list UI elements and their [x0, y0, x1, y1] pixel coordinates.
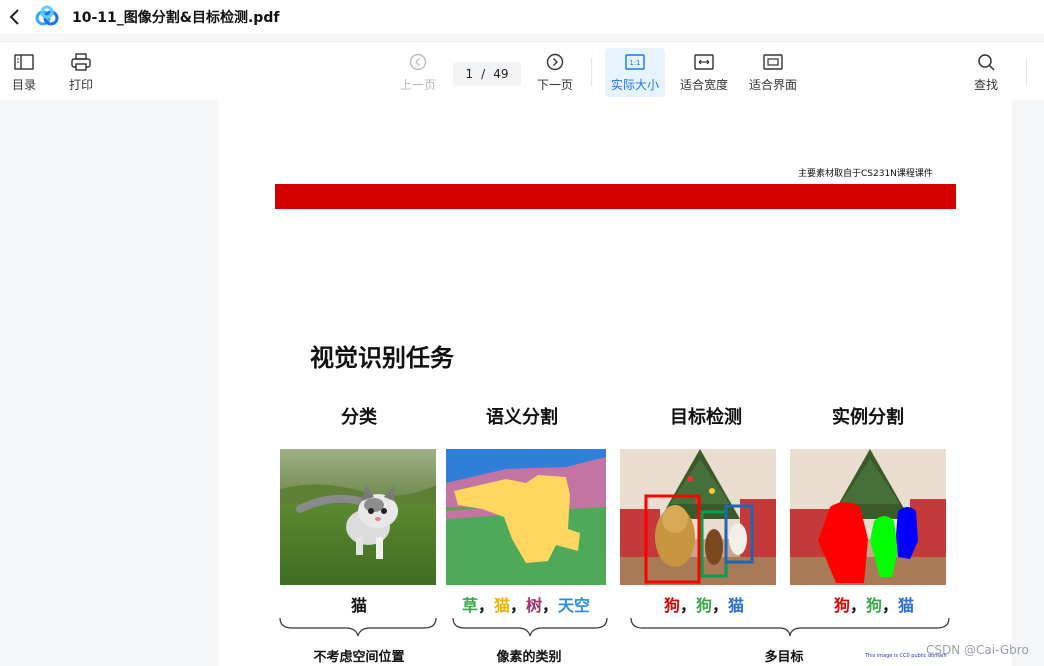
right-gutter — [1012, 100, 1044, 666]
caption-dog-1: 狗 — [833, 596, 850, 615]
prev-page-button[interactable]: 上一页 — [400, 52, 436, 93]
slide-header-bar — [275, 184, 956, 209]
page-indicator[interactable]: 1 / 49 — [453, 62, 521, 86]
document-title: 10-11_图像分割&目标检测.pdf — [72, 10, 280, 26]
search-icon — [978, 54, 995, 71]
printer-icon — [71, 53, 91, 71]
toc-label: 目录 — [12, 78, 37, 92]
column-title-object-detection: 目标检测 — [670, 407, 742, 428]
caption-dog-2: 狗 — [695, 596, 712, 615]
back-button[interactable] — [0, 0, 30, 34]
column-title-instance-segmentation: 实例分割 — [832, 407, 904, 428]
page-separator: / — [481, 67, 486, 81]
label-pixel-classes: 像素的类别 — [496, 650, 562, 665]
actual-size-icon: 1:1 — [625, 54, 645, 70]
toolbar-divider-right — [1026, 58, 1027, 86]
total-pages: 49 — [493, 67, 509, 81]
brace-semantic-segmentation — [452, 617, 608, 637]
caption-tree: 树 — [526, 596, 543, 615]
next-page-button[interactable]: 下一页 — [537, 52, 573, 93]
chevron-left-icon — [9, 9, 19, 25]
print-button[interactable]: 打印 — [69, 52, 93, 93]
prev-page-label: 上一页 — [400, 78, 437, 92]
caption-instance-segmentation: 狗，狗，猫 — [794, 592, 954, 616]
title-bar: 10-11_图像分割&目标检测.pdf — [0, 0, 1044, 34]
fit-width-icon — [694, 54, 714, 70]
cloud-logo-icon — [35, 5, 59, 26]
fit-page-label: 适合界面 — [749, 78, 798, 92]
slide-title: 视觉识别任务 — [310, 344, 454, 372]
toolbar-divider — [591, 58, 592, 86]
fit-page-icon — [763, 54, 783, 70]
search-button[interactable]: 查找 — [974, 52, 998, 93]
pdf-page: 主要素材取自于CS231N课程课件 视觉识别任务 分类 语义分割 目标检测 实例… — [219, 100, 1012, 666]
source-note: 主要素材取自于CS231N课程课件 — [798, 169, 933, 179]
caption-semantic-segmentation: 草，猫，树，天空 — [446, 592, 606, 616]
caption-comma: ， — [542, 596, 559, 615]
caption-comma: ， — [849, 596, 866, 615]
search-label: 查找 — [974, 78, 999, 92]
brace-multi-object — [630, 617, 950, 637]
circle-chevron-left-icon — [409, 53, 427, 71]
caption-comma: ， — [509, 596, 526, 615]
semantic-segmentation-image — [446, 449, 606, 585]
brace-classification — [279, 617, 437, 637]
caption-classification: 猫 — [350, 596, 367, 615]
watermark: CSDN @Cai-Gbro — [926, 643, 1029, 657]
dogs-cat-detection — [620, 449, 776, 585]
column-title-classification: 分类 — [341, 407, 377, 428]
fit-width-label: 适合宽度 — [680, 78, 729, 92]
object-detection-image — [620, 449, 776, 585]
fit-page-button[interactable]: 适合界面 — [749, 52, 797, 93]
caption-cat: 猫 — [728, 596, 745, 615]
toc-button[interactable]: 目录 — [12, 52, 36, 93]
print-label: 打印 — [69, 78, 94, 92]
column-title-semantic-segmentation: 语义分割 — [486, 407, 558, 428]
caption-dog-2: 狗 — [865, 596, 882, 615]
caption-comma: ， — [679, 596, 696, 615]
fit-width-button[interactable]: 适合宽度 — [680, 52, 728, 93]
caption-sky: 天空 — [558, 596, 591, 615]
caption-object-detection: 狗，狗，猫 — [624, 592, 784, 616]
label-no-spatial-position: 不考虑空间位置 — [313, 650, 405, 665]
actual-size-label: 实际大小 — [611, 78, 660, 92]
current-page-input[interactable]: 1 — [466, 67, 474, 81]
sidebar-toc-icon — [14, 54, 34, 70]
caption-dog-1: 狗 — [663, 596, 680, 615]
instance-segmentation-image — [790, 449, 946, 585]
caption-comma: ， — [477, 596, 494, 615]
caption-cat: 猫 — [898, 596, 915, 615]
instance-masks — [790, 449, 946, 585]
label-multi-object: 多目标 — [764, 650, 804, 665]
caption-cat: 猫 — [493, 596, 510, 615]
segmentation-map — [446, 449, 606, 585]
caption-comma: ， — [882, 596, 899, 615]
circle-chevron-right-icon — [546, 53, 564, 71]
caption-grass: 草 — [461, 596, 478, 615]
caption-comma: ， — [712, 596, 729, 615]
cat-image — [280, 449, 436, 585]
pdf-toolbar: 目录 打印 上一页 1 / 49 下一页 1:1 实际大小 适合宽度 适合界面 … — [0, 41, 1044, 100]
svg-text:1:1: 1:1 — [629, 59, 640, 67]
cat-photo — [280, 449, 436, 585]
next-page-label: 下一页 — [537, 78, 574, 92]
actual-size-button[interactable]: 1:1 实际大小 — [605, 48, 666, 97]
